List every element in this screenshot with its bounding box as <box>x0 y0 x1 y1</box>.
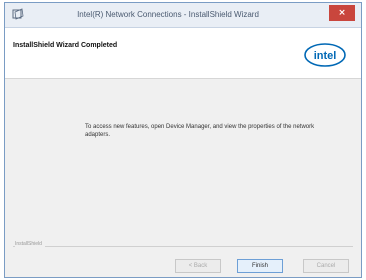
back-button[interactable]: < Back <box>175 259 221 273</box>
cancel-button[interactable]: Cancel <box>303 259 349 273</box>
window-title: Intel(R) Network Connections - InstallSh… <box>77 10 259 19</box>
wizard-header: InstallShield Wizard Completed intel <box>5 28 361 79</box>
finish-button[interactable]: Finish <box>237 259 283 273</box>
intel-logo: intel <box>304 43 346 67</box>
installer-window: Intel(R) Network Connections - InstallSh… <box>4 2 362 278</box>
close-icon: × <box>338 8 346 18</box>
wizard-content: To access new features, open Device Mana… <box>5 79 361 247</box>
title-bar[interactable]: Intel(R) Network Connections - InstallSh… <box>5 3 361 28</box>
completion-message: To access new features, open Device Mana… <box>85 124 315 138</box>
installshield-label: InstallShield <box>15 241 45 247</box>
page-title: InstallShield Wizard Completed <box>13 42 118 49</box>
footer-divider <box>13 246 353 247</box>
logo-text: intel <box>314 50 337 62</box>
close-button[interactable]: × <box>329 5 355 21</box>
